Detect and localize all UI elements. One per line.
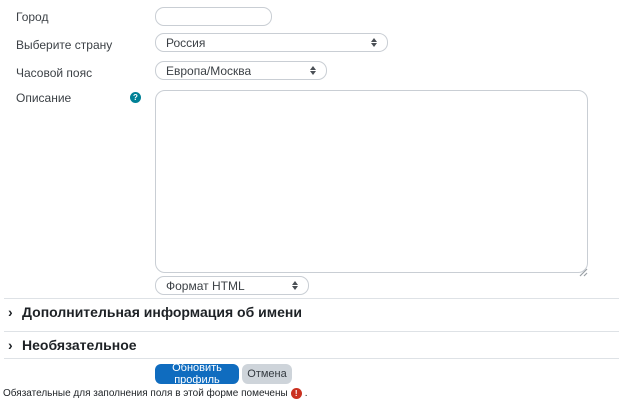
timezone-select[interactable]: Европа/Москва — [155, 61, 327, 80]
format-select[interactable]: Формат HTML — [155, 276, 309, 295]
required-icon: ! — [291, 388, 302, 399]
section-toggle-additional-names[interactable]: › Дополнительная информация об имени — [0, 301, 624, 323]
country-select[interactable]: Россия — [155, 33, 388, 52]
required-note-text: Обязательные для заполнения поля в этой … — [3, 388, 288, 399]
required-note: Обязательные для заполнения поля в этой … — [3, 388, 307, 399]
section-toggle-optional[interactable]: › Необязательное — [0, 334, 624, 356]
country-selected-value: Россия — [166, 36, 205, 50]
required-note-period: . — [305, 388, 308, 399]
select-caret-icon — [371, 38, 377, 47]
chevron-right-icon: › — [8, 304, 13, 320]
country-label: Выберите страну — [16, 38, 112, 52]
divider — [4, 298, 619, 299]
description-label: Описание — [16, 91, 71, 105]
timezone-label: Часовой пояс — [16, 66, 92, 80]
cancel-button[interactable]: Отмена — [242, 364, 292, 384]
section-label: Дополнительная информация об имени — [22, 304, 302, 320]
update-profile-button[interactable]: Обновить профиль — [155, 364, 239, 384]
divider — [4, 331, 619, 332]
profile-edit-form: Город Выберите страну Россия Часовой поя… — [0, 0, 624, 406]
select-caret-icon — [292, 281, 298, 290]
help-icon[interactable]: ? — [130, 92, 141, 103]
divider — [4, 358, 619, 359]
format-selected-value: Формат HTML — [166, 279, 245, 293]
resize-grip-icon[interactable] — [579, 264, 588, 273]
timezone-selected-value: Европа/Москва — [166, 64, 251, 78]
section-label: Необязательное — [22, 337, 137, 353]
chevron-right-icon: › — [8, 337, 13, 353]
city-input[interactable] — [155, 7, 272, 26]
description-textarea[interactable] — [155, 90, 588, 273]
select-caret-icon — [310, 66, 316, 75]
city-label: Город — [16, 10, 48, 24]
